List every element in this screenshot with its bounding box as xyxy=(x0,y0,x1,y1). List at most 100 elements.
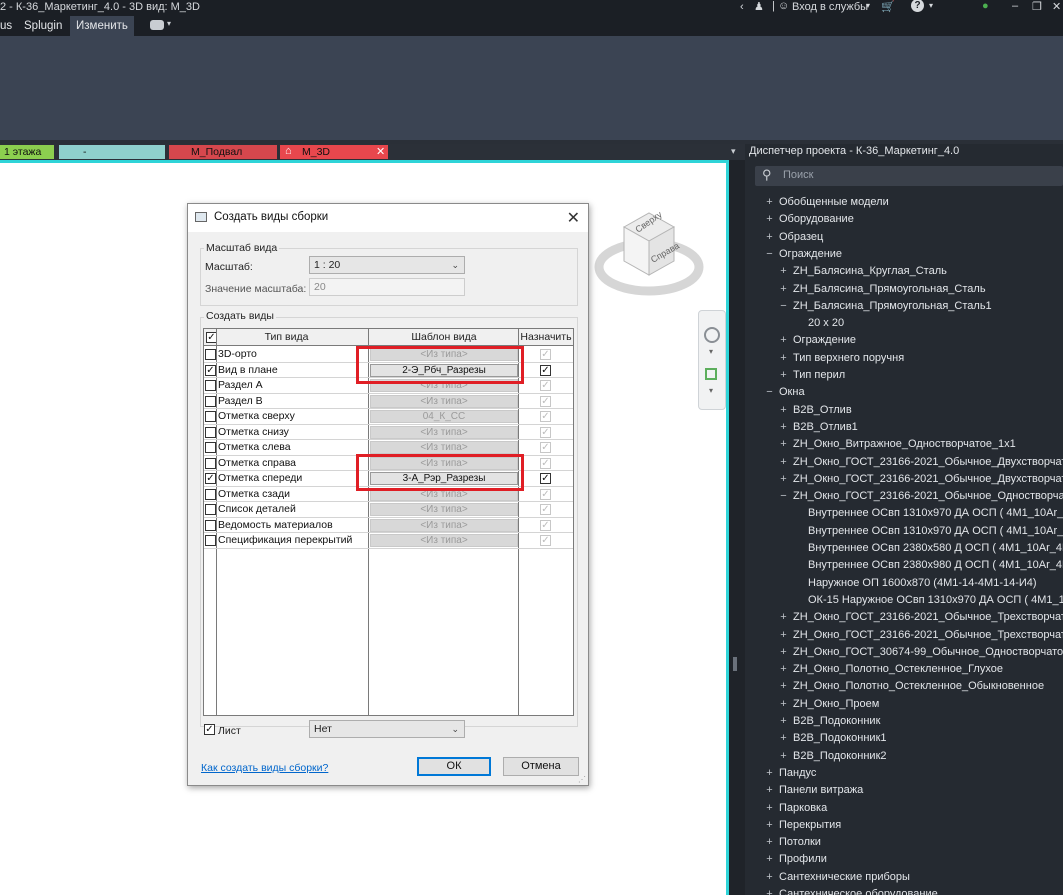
steering-wheel-icon[interactable] xyxy=(704,327,720,343)
restore-icon[interactable]: ❐ xyxy=(1032,0,1042,13)
tree-item[interactable]: + ZH_Окно_ГОСТ_23166-2021_Обычное_Двухств… xyxy=(778,454,1063,471)
scale-select[interactable]: 1 : 20 ⌄ xyxy=(309,256,465,274)
tabs-menu-icon[interactable]: ▾ xyxy=(731,146,736,157)
tree-item[interactable]: + B2B_Отлив xyxy=(778,402,851,419)
tree-item[interactable]: + ZH_Окно_Проем xyxy=(778,696,879,713)
tree-item[interactable]: + B2B_Отлив1 xyxy=(778,419,858,436)
expand-icon[interactable]: + xyxy=(778,644,789,661)
project-browser-search[interactable]: ⚲ Поиск xyxy=(755,166,1063,186)
expand-icon[interactable]: + xyxy=(764,765,775,782)
tree-item[interactable]: + B2B_Подоконник xyxy=(778,713,880,730)
tree-item[interactable]: + ZH_Окно_ГОСТ_23166-2021_Обычное_Двухств… xyxy=(778,471,1063,488)
tree-item[interactable]: + Сантехническое оборудование xyxy=(764,886,937,895)
cart-icon[interactable]: 🛒 xyxy=(881,0,895,13)
row-checkbox[interactable]: ✓ xyxy=(205,473,216,484)
tree-item[interactable]: + Сантехнические приборы xyxy=(764,869,910,886)
ribbon-tab-splugin[interactable]: Splugin xyxy=(18,16,68,36)
arrow-left-icon[interactable]: ‹ xyxy=(740,1,744,13)
expand-icon[interactable]: + xyxy=(778,350,789,367)
minimize-icon[interactable]: – xyxy=(1012,0,1018,12)
column-header-assign[interactable]: Назначить xyxy=(519,329,573,346)
table-row[interactable]: Спецификация перекрытий <Из типа> ✓ xyxy=(204,533,573,549)
tree-item[interactable]: − ZH_Балясина_Прямоугольная_Сталь1 xyxy=(778,298,991,315)
close-window-icon[interactable]: ✕ xyxy=(1052,0,1061,13)
expand-icon[interactable]: + xyxy=(764,869,775,886)
tree-item[interactable]: Внутреннее ОСвп 2380x580 Д ОСП ( 4М1_10A… xyxy=(808,540,1063,557)
expand-icon[interactable]: + xyxy=(764,851,775,868)
expand-icon[interactable]: + xyxy=(778,730,789,747)
tree-item[interactable]: + ZH_Окно_Витражное_Одностворчатое_1x1 xyxy=(778,436,1016,453)
tree-item[interactable]: + ZH_Балясина_Круглая_Сталь xyxy=(778,263,947,280)
row-checkbox[interactable] xyxy=(205,380,216,391)
row-checkbox[interactable] xyxy=(205,488,216,500)
expand-icon[interactable]: + xyxy=(778,696,789,713)
row-checkbox[interactable] xyxy=(205,535,216,546)
expand-icon[interactable]: + xyxy=(778,678,789,695)
row-checkbox[interactable]: ✓ xyxy=(205,364,216,376)
row-checkbox[interactable] xyxy=(205,349,216,360)
tree-item[interactable]: + Профили xyxy=(764,851,827,868)
viewcube-icon[interactable]: Сверху Справа xyxy=(594,205,704,300)
user-icon[interactable]: ♟ xyxy=(754,0,764,13)
tree-item[interactable]: Наружное ОП 1600x870 (4М1-14-4М1-14-И4) xyxy=(808,575,1037,592)
splitter-handle[interactable] xyxy=(733,657,737,671)
expand-icon[interactable]: + xyxy=(764,817,775,834)
expand-icon[interactable]: + xyxy=(778,419,789,436)
expand-icon[interactable]: + xyxy=(764,834,775,851)
expand-icon[interactable]: + xyxy=(778,367,789,384)
tree-item[interactable]: + Ограждение xyxy=(778,332,856,349)
row-checkbox[interactable] xyxy=(205,504,216,515)
tree-item[interactable]: 20 x 20 xyxy=(808,315,844,332)
column-header-type[interactable]: Тип вида xyxy=(204,329,369,346)
collapse-icon[interactable]: − xyxy=(764,246,775,263)
expand-icon[interactable]: + xyxy=(778,454,789,471)
resize-grip-icon[interactable]: ⋰ xyxy=(578,775,586,784)
expand-icon[interactable]: + xyxy=(778,748,789,765)
tree-item[interactable]: + Панели витража xyxy=(764,782,863,799)
tree-item[interactable]: + Тип перил xyxy=(778,367,845,384)
expand-icon[interactable]: + xyxy=(778,471,789,488)
tree-item[interactable]: + Оборудование xyxy=(764,211,854,228)
close-icon[interactable]: ✕ xyxy=(567,208,580,228)
row-assign-checkbox[interactable]: ✓ xyxy=(540,364,551,376)
tree-item[interactable]: + Тип верхнего поручня xyxy=(778,350,904,367)
tree-item[interactable]: ОК-15 Наружное ОСвп 1310x970 ДА ОСП ( 4М… xyxy=(808,592,1063,609)
expand-icon[interactable]: + xyxy=(764,886,775,895)
tree-item[interactable]: + Потолки xyxy=(764,834,821,851)
doc-tab-floor[interactable]: 1 этажа xyxy=(0,145,54,159)
tab-close-icon[interactable]: ✕ xyxy=(376,145,385,158)
tree-item[interactable]: + Перекрытия xyxy=(764,817,841,834)
expand-icon[interactable]: + xyxy=(764,229,775,246)
table-row[interactable]: Раздел B <Из типа> ✓ xyxy=(204,394,573,409)
ribbon-tab-us[interactable]: us xyxy=(0,16,18,36)
expand-icon[interactable]: + xyxy=(778,436,789,453)
row-checkbox[interactable] xyxy=(205,519,216,531)
collapse-icon[interactable]: − xyxy=(764,384,775,401)
help-link[interactable]: Как создать виды сборки? xyxy=(201,762,328,774)
expand-icon[interactable]: + xyxy=(764,194,775,211)
help-chevron-icon[interactable]: ▾ xyxy=(929,1,933,10)
tree-item[interactable]: + ZH_Окно_ГОСТ_23166-2021_Обычное_Трехств… xyxy=(778,609,1063,626)
table-row[interactable]: Отметка сверху 04_К_СС ✓ xyxy=(204,409,573,425)
expand-icon[interactable]: + xyxy=(764,211,775,228)
doc-tab-basement[interactable]: М_Подвал xyxy=(169,145,277,159)
doc-tab-dash[interactable]: - xyxy=(59,145,165,159)
tree-item[interactable]: + Образец xyxy=(764,229,823,246)
table-row[interactable]: Ведомость материалов <Из типа> ✓ xyxy=(204,518,573,533)
wheel-chevron-icon[interactable]: ▾ xyxy=(709,347,713,356)
expand-icon[interactable]: + xyxy=(778,402,789,419)
ribbon-options-icon[interactable] xyxy=(150,20,164,30)
zoom-icon[interactable] xyxy=(705,368,717,380)
expand-icon[interactable]: + xyxy=(778,661,789,678)
expand-icon[interactable]: + xyxy=(764,800,775,817)
expand-icon[interactable]: + xyxy=(778,332,789,349)
ribbon-options-chevron-icon[interactable]: ▾ xyxy=(167,19,171,28)
expand-icon[interactable]: + xyxy=(778,263,789,280)
expand-icon[interactable]: + xyxy=(778,713,789,730)
expand-icon[interactable]: + xyxy=(764,782,775,799)
tree-item[interactable]: + Обобщенные модели xyxy=(764,194,888,211)
expand-icon[interactable]: + xyxy=(778,609,789,626)
sheet-select[interactable]: Нет ⌄ xyxy=(309,720,465,738)
tree-item[interactable]: + Пандус xyxy=(764,765,816,782)
tree-item[interactable]: Внутреннее ОСвп 1310x970 ДА ОСП ( 4М1_10… xyxy=(808,505,1063,522)
